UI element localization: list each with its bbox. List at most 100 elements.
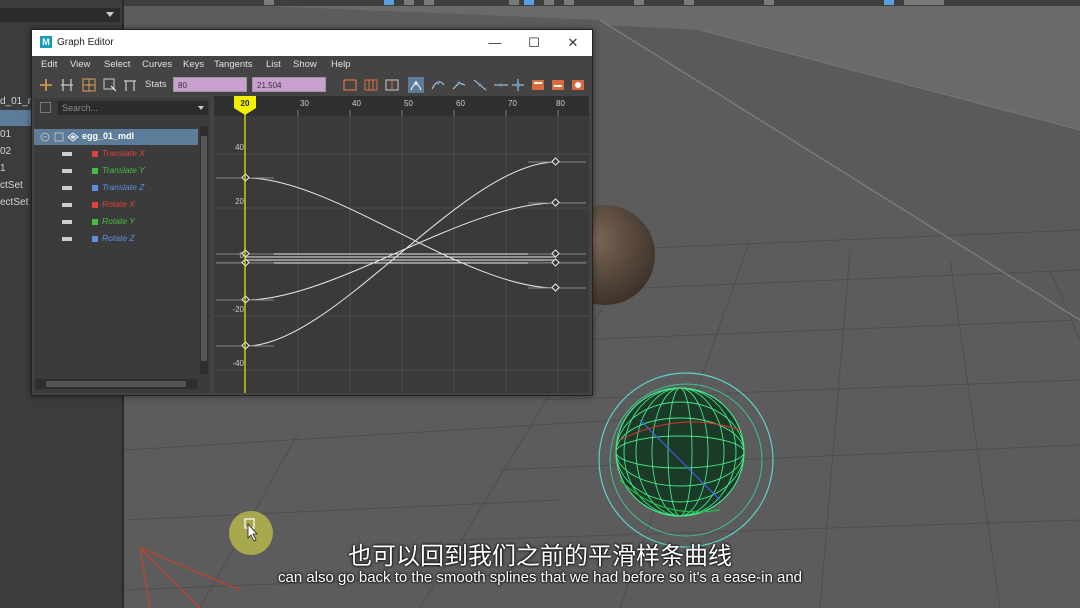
chevron-down-icon[interactable] (198, 106, 204, 110)
flat-tangent-icon[interactable] (493, 77, 509, 93)
menu-keys[interactable]: Keys (183, 59, 204, 70)
channel-color-swatch (92, 185, 98, 191)
current-frame-label: 20 (241, 99, 250, 108)
maximize-icon: ☐ (528, 35, 540, 50)
minimize-icon: — (488, 35, 502, 50)
spline-tangent-icon[interactable] (430, 77, 446, 93)
expand-icon[interactable] (40, 132, 50, 142)
menu-select[interactable]: Select (104, 59, 130, 70)
maya-logo-icon: M (40, 36, 52, 48)
close-button[interactable]: ✕ (562, 34, 584, 52)
channel-row-rotate-x[interactable]: Rotate X (34, 197, 198, 213)
outliner-item[interactable]: ctSet (0, 180, 23, 191)
outliner-item[interactable]: 02 (0, 146, 11, 157)
close-icon: ✕ (567, 35, 579, 50)
region-keys-icon[interactable] (102, 77, 118, 93)
value-tick-label: -20 (232, 305, 244, 314)
menu-list[interactable]: List (266, 59, 281, 70)
menu-show[interactable]: Show (293, 59, 317, 70)
search-placeholder: Search... (62, 103, 99, 113)
outliner-horizontal-scrollbar[interactable] (36, 379, 198, 389)
curve-descending-1 (245, 177, 557, 289)
channel-row-translate-x[interactable]: Translate X (34, 146, 198, 162)
graph-editor-window[interactable]: M Graph Editor — ☐ ✕ Edit View Select Cu… (31, 29, 593, 396)
outliner-vertical-scrollbar[interactable] (200, 126, 208, 374)
channel-row-rotate-z[interactable]: Rotate Z (34, 231, 198, 247)
outliner-dropdown[interactable] (0, 8, 120, 22)
graph-canvas[interactable]: 30 40 50 60 70 80 40 20 0 -20 -40 20 (214, 96, 589, 393)
frame-playback-icon[interactable] (363, 77, 379, 93)
menu-bar: Edit View Select Curves Keys Tangents Li… (32, 57, 592, 73)
frame-tick-label: 60 (456, 99, 465, 108)
title-bar[interactable]: M Graph Editor — ☐ ✕ (32, 30, 592, 56)
lattice-deform-icon[interactable] (81, 77, 97, 93)
snapshot-icon[interactable] (570, 77, 586, 93)
channel-row-rotate-y[interactable]: Rotate Y (34, 214, 198, 230)
channel-label: Rotate Z (102, 233, 135, 243)
insert-keys-icon[interactable] (59, 77, 75, 93)
menu-help[interactable]: Help (331, 59, 351, 70)
visibility-toggle-icon[interactable] (62, 202, 72, 208)
step-tangent-icon[interactable] (510, 77, 526, 93)
node-label: egg_01_mdl (82, 131, 135, 141)
menu-edit[interactable]: Edit (41, 59, 57, 70)
search-input[interactable]: Search... (58, 101, 208, 115)
filter-icon[interactable] (40, 102, 51, 113)
channel-color-swatch (92, 219, 98, 225)
center-current-time-icon[interactable] (384, 77, 400, 93)
frame-tick-label: 80 (556, 99, 565, 108)
retime-icon[interactable] (122, 77, 138, 93)
subtitle-english: can also go back to the smooth splines t… (277, 569, 803, 586)
scrollbar-thumb[interactable] (201, 136, 207, 361)
stat-frame-field[interactable]: 80 (173, 77, 247, 92)
window-title: Graph Editor (57, 37, 114, 48)
scrollbar-thumb[interactable] (46, 381, 186, 387)
chevron-down-icon (106, 12, 114, 17)
channel-label: Rotate X (102, 199, 136, 209)
auto-tangent-icon[interactable] (408, 77, 424, 93)
channel-color-swatch (92, 168, 98, 174)
subtitle-chinese: 也可以回到我们之前的平滑样条曲线 (348, 542, 732, 570)
visibility-toggle-icon[interactable] (62, 236, 72, 242)
move-keys-icon[interactable] (38, 77, 54, 93)
break-tangents-icon[interactable] (530, 77, 546, 93)
frame-all-icon[interactable] (342, 77, 358, 93)
linear-tangent-icon[interactable] (472, 77, 488, 93)
unify-tangents-icon[interactable] (550, 77, 566, 93)
menu-curves[interactable]: Curves (142, 59, 172, 70)
main-toolbar (124, 0, 1080, 6)
channel-label: Translate X (102, 148, 145, 158)
menu-view[interactable]: View (70, 59, 90, 70)
outliner-item[interactable]: 1 (0, 163, 6, 174)
curve-graph[interactable]: 30 40 50 60 70 80 40 20 0 -20 -40 20 (214, 96, 589, 393)
channel-color-swatch (92, 151, 98, 157)
menu-tangents[interactable]: Tangents (214, 59, 253, 70)
outliner-item[interactable]: 01 (0, 129, 11, 140)
outliner-node-row[interactable]: egg_01_mdl (34, 129, 198, 145)
curve-ascending-2 (245, 202, 557, 301)
frame-tick-label: 40 (352, 99, 361, 108)
channel-label: Translate Y (102, 165, 145, 175)
outliner-item[interactable]: ectSet (0, 197, 28, 208)
channel-color-swatch (92, 202, 98, 208)
clamped-tangent-icon[interactable] (451, 77, 467, 93)
channel-row-translate-z[interactable]: Translate Z (34, 180, 198, 196)
node-type-icon (54, 132, 64, 142)
value-tick-label: 40 (235, 143, 244, 152)
frame-tick-label: 70 (508, 99, 517, 108)
stat-value-field[interactable]: 21.504 (252, 77, 326, 92)
value-tick-label: 20 (235, 197, 244, 206)
visibility-toggle-icon[interactable] (62, 185, 72, 191)
channel-color-swatch (92, 236, 98, 242)
channel-label: Rotate Y (102, 216, 135, 226)
visibility-toggle-icon[interactable] (62, 168, 72, 174)
frame-tick-label: 50 (404, 99, 413, 108)
maximize-button[interactable]: ☐ (523, 34, 545, 52)
curve-outliner[interactable]: Search... egg_01_mdl Translate X Transla… (34, 98, 210, 393)
transform-node-icon (67, 132, 79, 142)
visibility-toggle-icon[interactable] (62, 151, 72, 157)
minimize-button[interactable]: — (484, 34, 506, 52)
graph-toolbar: Stats 80 21.504 (32, 74, 592, 96)
channel-row-translate-y[interactable]: Translate Y (34, 163, 198, 179)
visibility-toggle-icon[interactable] (62, 219, 72, 225)
